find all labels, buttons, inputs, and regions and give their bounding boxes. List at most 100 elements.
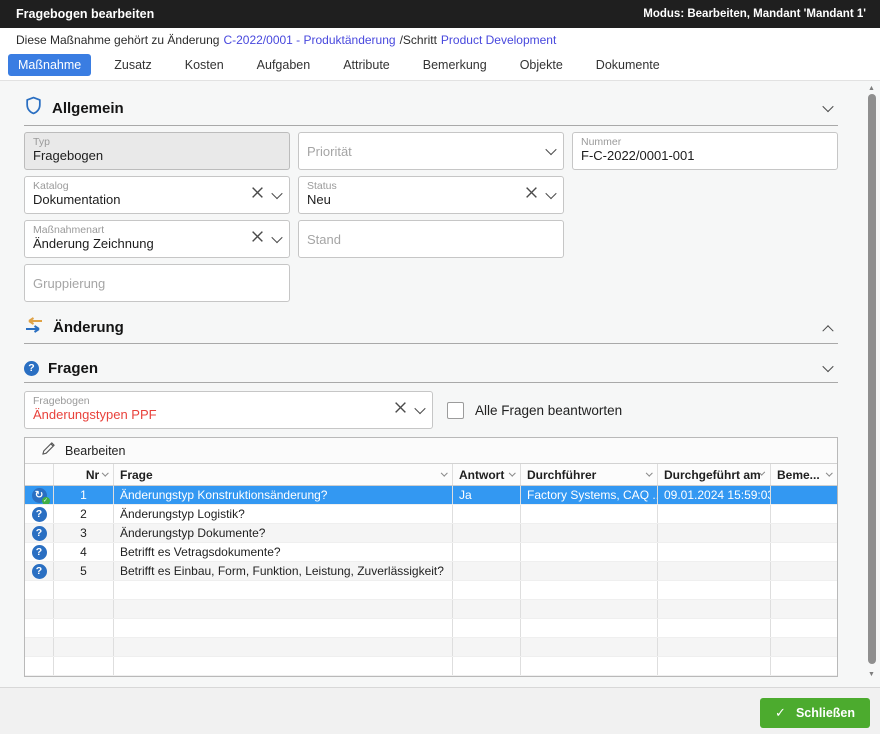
table-row-empty[interactable] (25, 619, 837, 638)
close-button[interactable]: ✓ Schließen (760, 698, 870, 728)
cell-bemerkung (771, 486, 837, 504)
table-row-empty[interactable] (25, 638, 837, 657)
table-row[interactable]: ? 2 Änderungstyp Logistik? (25, 505, 837, 524)
collapse-aenderung-chevron-up-icon[interactable] (824, 319, 832, 337)
check-badge-icon: ✓ (42, 497, 50, 505)
massnahmenart-clear-icon[interactable] (251, 230, 264, 248)
cell-frage: Betrifft es Einbau, Form, Funktion, Leis… (114, 562, 453, 580)
prioritaet-field[interactable]: Priorität (298, 132, 564, 170)
fragebogen-field[interactable]: Fragebogen Änderungstypen PPF (24, 391, 433, 429)
table-row[interactable]: ↻✓ 1 Änderungstyp Konstruktionsänderung?… (25, 486, 837, 505)
fragebogen-clear-icon[interactable] (394, 401, 407, 419)
tab-kosten[interactable]: Kosten (175, 54, 234, 76)
col-header-bemerkung[interactable]: Beme... (771, 464, 837, 485)
window-titlebar: Fragebogen bearbeiten Modus: Bearbeiten,… (0, 0, 880, 28)
cell-durchfuehrer (521, 543, 658, 561)
katalog-clear-icon[interactable] (251, 186, 264, 204)
table-row[interactable]: ? 4 Betrifft es Vetragsdokumente? (25, 543, 837, 562)
table-row-empty[interactable] (25, 600, 837, 619)
fragebogen-dropdown-chevron-icon[interactable] (416, 401, 424, 419)
col-header-antwort[interactable]: Antwort (453, 464, 521, 485)
massnahmenart-dropdown-chevron-icon[interactable] (273, 230, 281, 248)
table-row[interactable]: ? 3 Änderungstyp Dokumente? (25, 524, 837, 543)
col-header-frage[interactable]: Frage (114, 464, 453, 485)
vertical-scrollbar: ▲ ▼ (867, 81, 877, 687)
fields-row-4: Gruppierung (24, 264, 838, 302)
fragebogen-label: Fragebogen (33, 395, 424, 407)
status-clear-icon[interactable] (525, 186, 538, 204)
table-row-empty[interactable] (25, 581, 837, 600)
status-dropdown-chevron-icon[interactable] (547, 186, 555, 204)
tab-zusatz[interactable]: Zusatz (104, 54, 162, 76)
tab-attribute[interactable]: Attribute (333, 54, 400, 76)
edit-pencil-icon[interactable] (41, 441, 56, 461)
cell-frage: Änderungstyp Konstruktionsänderung? (114, 486, 453, 504)
stand-field[interactable]: Stand (298, 220, 564, 258)
sort-chevron-icon (509, 470, 515, 476)
table-row[interactable]: ? 5 Betrifft es Einbau, Form, Funktion, … (25, 562, 837, 581)
cell-bemerkung (771, 543, 837, 561)
tab-massnahme[interactable]: Maßnahme (8, 54, 91, 76)
cell-nr: 4 (54, 543, 114, 561)
col-header-icon (25, 464, 54, 485)
col-header-durchgefuehrt-am[interactable]: Durchgeführt am (658, 464, 771, 485)
table-row-empty[interactable] (25, 657, 837, 676)
alle-fragen-checkbox[interactable] (447, 402, 464, 419)
cell-durchgefuehrt-am (658, 543, 771, 561)
cell-durchgefuehrt-am (658, 505, 771, 523)
cell-nr: 5 (54, 562, 114, 580)
question-mark-icon: ? (24, 361, 39, 376)
cell-antwort (453, 543, 521, 561)
cell-nr: 2 (54, 505, 114, 523)
collapse-fragen-chevron-down-icon[interactable] (824, 359, 832, 377)
footer-bar: ✓ Schließen (0, 687, 880, 734)
fragebogen-value: Änderungstypen PPF (33, 407, 424, 423)
katalog-field[interactable]: Katalog Dokumentation (24, 176, 290, 214)
fields-row-3: Maßnahmenart Änderung Zeichnung Stand (24, 220, 838, 258)
tab-objekte[interactable]: Objekte (510, 54, 573, 76)
nummer-label: Nummer (581, 136, 829, 148)
question-open-icon: ? (32, 545, 47, 560)
cell-frage: Änderungstyp Logistik? (114, 505, 453, 523)
collapse-allgemein-chevron-down-icon[interactable] (824, 99, 832, 117)
sort-chevron-icon (826, 470, 832, 476)
cell-bemerkung (771, 524, 837, 542)
fields-row-1: Typ Fragebogen Priorität Nummer F-C-2022… (24, 132, 838, 170)
mode-info: Modus: Bearbeiten, Mandant 'Mandant 1' (643, 8, 866, 20)
massnahmenart-field[interactable]: Maßnahmenart Änderung Zeichnung (24, 220, 290, 258)
tab-aufgaben[interactable]: Aufgaben (247, 54, 321, 76)
cell-durchgefuehrt-am: 09.01.2024 15:59:03 (658, 486, 771, 504)
table-toolbar: Bearbeiten (25, 438, 837, 464)
col-header-durchfuehrer[interactable]: Durchführer (521, 464, 658, 485)
col-header-nr[interactable]: Nr (54, 464, 114, 485)
scrollbar-thumb[interactable] (868, 94, 876, 664)
gruppierung-field[interactable]: Gruppierung (24, 264, 290, 302)
breadcrumb-step-link[interactable]: Product Development (441, 33, 556, 47)
cell-durchgefuehrt-am (658, 524, 771, 542)
checkmark-icon: ✓ (775, 705, 786, 721)
tab-bemerkung[interactable]: Bemerkung (413, 54, 497, 76)
cell-antwort: Ja (453, 486, 521, 504)
questions-table: Bearbeiten Nr Frage Antwort Durchführer … (24, 437, 838, 677)
katalog-dropdown-chevron-icon[interactable] (273, 186, 281, 204)
cell-nr: 3 (54, 524, 114, 542)
shield-icon (24, 96, 43, 120)
tabbar: Maßnahme Zusatz Kosten Aufgaben Attribut… (0, 51, 880, 81)
massnahmenart-value: Änderung Zeichnung (33, 236, 281, 252)
katalog-label: Katalog (33, 180, 281, 192)
question-answered-icon: ↻✓ (32, 488, 47, 503)
breadcrumb: Diese Maßnahme gehört zu Änderung C-2022… (0, 28, 880, 51)
scrollbar-down-arrow-icon[interactable]: ▼ (868, 671, 875, 678)
status-field[interactable]: Status Neu (298, 176, 564, 214)
section-header-allgemein: Allgemein (24, 81, 838, 126)
breadcrumb-change-link[interactable]: C-2022/0001 - Produktänderung (223, 33, 395, 47)
tab-dokumente[interactable]: Dokumente (586, 54, 670, 76)
section-header-fragen: ? Fragen (24, 344, 838, 383)
prioritaet-dropdown-chevron-icon[interactable] (547, 142, 555, 160)
nummer-field[interactable]: Nummer F-C-2022/0001-001 (572, 132, 838, 170)
cell-bemerkung (771, 562, 837, 580)
typ-field[interactable]: Typ Fragebogen (24, 132, 290, 170)
main-content: Allgemein Typ Fragebogen Priorität Numme… (0, 81, 880, 687)
scrollbar-up-arrow-icon[interactable]: ▲ (868, 85, 875, 92)
edit-button[interactable]: Bearbeiten (65, 444, 125, 458)
